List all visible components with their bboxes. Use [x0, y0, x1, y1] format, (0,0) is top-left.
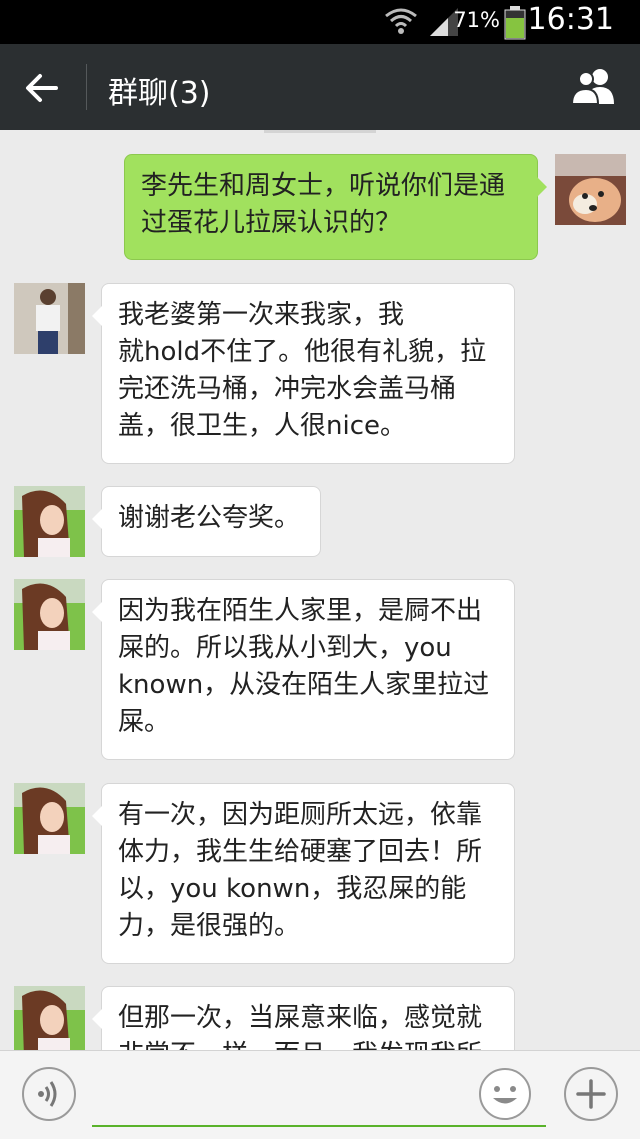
message-line: 过蛋花儿拉屎认识的？ [141, 208, 402, 238]
message-line: 谢谢老公夸奖。 [118, 503, 301, 533]
title-bar: 群聊(3) [0, 44, 640, 130]
status-bar: 71% 16:31 [0, 0, 640, 44]
arrow-left-icon[interactable] [22, 68, 62, 108]
woman-avatar[interactable] [14, 986, 85, 1050]
emoji-button[interactable] [478, 1067, 532, 1121]
message-line: 李先生和周女士，听说你们是通 [141, 171, 506, 201]
chat-area[interactable]: 李先生和周女士，听说你们是通 过蛋花儿拉屎认识的？ 我老婆第一次来我家，我 就h… [0, 130, 640, 1050]
bubble-tail [92, 509, 102, 529]
scroll-edge [264, 130, 376, 133]
input-bar [0, 1050, 640, 1139]
message-line: 就hold不住了。他很有礼貌，拉 [118, 337, 487, 367]
message-bubble-incoming[interactable]: 谢谢老公夸奖。 [92, 486, 321, 557]
chat-title: 群聊(3) [108, 76, 211, 111]
bubble-tail [92, 602, 102, 622]
message-line: 以，you konwn，我忍屎的能 [118, 874, 467, 904]
plus-icon [576, 1079, 606, 1109]
bubble-tail [537, 177, 547, 197]
message-bubble-incoming[interactable]: 有一次，因为距厕所太远，依靠 体力，我生生给硬塞了回去！所 以，you konw… [92, 783, 515, 964]
clock: 16:31 [527, 2, 614, 37]
woman-avatar[interactable] [14, 579, 85, 650]
message-bubble-incoming[interactable]: 但那一次，当屎意来临，感觉就 非常不一样，而且，我发现我所 [92, 986, 515, 1050]
message-line: 屎的。所以我从小到大，you [118, 633, 452, 663]
battery-percent: 71% [453, 8, 500, 32]
message-line: 完还洗马桶，冲完水会盖马桶 [118, 374, 457, 404]
message-bubble-outgoing[interactable]: 李先生和周女士，听说你们是通 过蛋花儿拉屎认识的？ [124, 154, 547, 260]
woman-avatar[interactable] [14, 486, 85, 557]
message-line: 但那一次，当屎意来临，感觉就 [118, 1003, 483, 1033]
group-members-icon[interactable] [570, 66, 618, 106]
wifi-icon [385, 8, 417, 34]
message-line: 非常不一样，而且，我发现我所 [118, 1037, 498, 1050]
man-avatar[interactable] [14, 283, 85, 354]
voice-input-icon [38, 1081, 57, 1107]
title-divider [86, 64, 87, 110]
message-line: 力，是很强的。 [118, 911, 301, 941]
plus-button[interactable] [564, 1067, 618, 1121]
bubble-tail [92, 806, 102, 826]
message-line: 盖，很卫生，人很nice。 [118, 411, 406, 441]
message-line: 体力，我生生给硬塞了回去！所 [118, 837, 483, 867]
message-bubble-incoming[interactable]: 因为我在陌生人家里，是屙不出 屎的。所以我从小到大，you known，从没在陌… [92, 579, 515, 760]
voice-input-button[interactable] [22, 1067, 76, 1121]
message-bubble-incoming[interactable]: 我老婆第一次来我家，我 就hold不住了。他很有礼貌，拉 完还洗马桶，冲完水会盖… [92, 283, 515, 464]
bubble-tail [92, 306, 102, 326]
emoji-icon [479, 1068, 531, 1120]
my-avatar[interactable] [555, 154, 626, 225]
message-line: 我老婆第一次来我家，我 [118, 300, 405, 330]
message-line: 有一次，因为距厕所太远，依靠 [118, 800, 483, 830]
message-line: 因为我在陌生人家里，是屙不出 [118, 596, 483, 626]
bubble-tail [92, 1009, 102, 1029]
message-line: 屎。 [118, 707, 171, 737]
battery-icon [504, 6, 526, 40]
woman-avatar[interactable] [14, 783, 85, 854]
message-line: known，从没在陌生人家里拉过 [118, 670, 490, 700]
